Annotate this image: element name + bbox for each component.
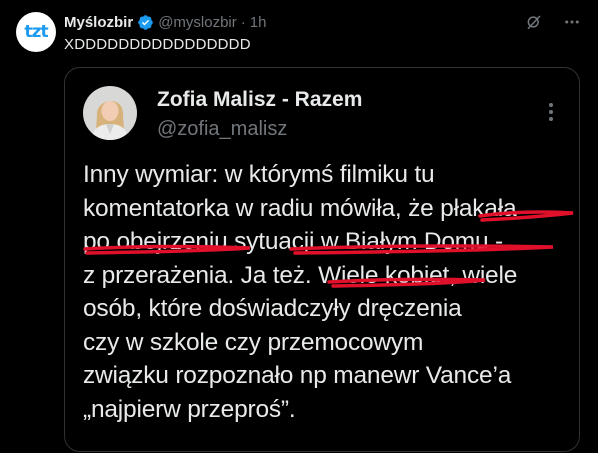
post-actions-top [524, 12, 582, 32]
grok-icon[interactable] [524, 12, 544, 32]
quote-text-line: osób, które doświadczyły dręczenia [83, 295, 462, 322]
quote-text-line: „najpierw przeproś”. [83, 395, 296, 423]
verified-badge-icon [137, 14, 154, 31]
quote-text-line: Inny wymiar: w którymś filmiku tu [83, 161, 435, 188]
post-text: XDDDDDDDDDDDDDDDD [64, 36, 251, 53]
quote-text-line: związku rozpoznało np manewr Vance’a [83, 362, 512, 389]
quote-more-icon[interactable] [541, 102, 561, 122]
quote-text-line: z przerażenia. Ja też. Wiele kobiet, wie… [83, 261, 518, 289]
quote-text-line: po obejrzeniu sytuacji w Białym Domu - [83, 228, 503, 255]
quote-text-line: czy w szkole czy przemocowym [83, 328, 424, 356]
quote-display-name[interactable]: Zofia Malisz - Razem [157, 88, 362, 112]
timestamp[interactable]: 1h [250, 14, 267, 31]
quote-text: Inny wymiar: w którymś filmiku tu koment… [83, 158, 573, 426]
avatar-logo-text: tzt [24, 22, 48, 42]
quote-handle[interactable]: @zofia_malisz [157, 118, 287, 141]
more-icon[interactable] [562, 12, 582, 32]
display-name[interactable]: Myślozbir [64, 14, 133, 31]
avatar[interactable]: tzt [16, 12, 56, 52]
quote-text-line: komentatorka w radiu mówiła, że płakała [83, 194, 517, 222]
handle[interactable]: @myslozbir [158, 14, 237, 31]
quoted-post[interactable]: Zofia Malisz - Razem @zofia_malisz Inny … [64, 67, 580, 452]
separator: · [240, 13, 246, 31]
post-header: Myślozbir @myslozbir · 1h [64, 12, 266, 32]
quote-avatar[interactable] [83, 86, 137, 140]
